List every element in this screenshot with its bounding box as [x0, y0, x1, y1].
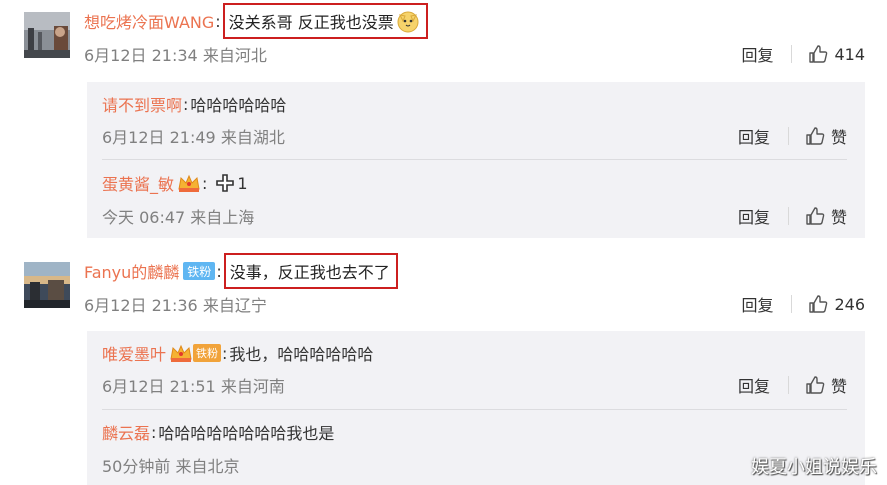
reply-list: 唯爱墨叶 铁粉 : 我也，哈哈哈哈哈哈 6月12日 21:51 来自河南 回复	[87, 331, 865, 485]
comment-actions: 回复 414	[741, 42, 865, 66]
like-button[interactable]: 246	[808, 294, 865, 314]
reply-text: 哈哈哈哈哈哈哈哈我也是	[158, 424, 335, 443]
reply-divider	[102, 409, 847, 410]
username-link[interactable]: 麟云磊	[102, 420, 150, 444]
iron-fan-badge: 铁粉	[183, 262, 216, 280]
plus-icon	[216, 174, 235, 192]
username-link[interactable]: 唯爱墨叶	[102, 341, 166, 365]
divider	[791, 45, 793, 63]
thumbs-up-icon	[806, 376, 825, 394]
comment-2: Fanyu的麟麟 铁粉 : 没事，反正我也去不了 6月12日 21:36 来自辽…	[0, 250, 887, 485]
colon: :	[183, 94, 189, 114]
vip-crown-icon	[178, 174, 200, 192]
reply-button[interactable]: 回复	[741, 292, 791, 316]
reply-list: 请不到票啊 : 哈哈哈哈哈哈 6月12日 21:49 来自湖北 回复 赞 蛋黄酱…	[87, 82, 865, 238]
thumbs-up-icon	[809, 295, 828, 313]
reply-actions: 回复 赞	[738, 124, 847, 148]
reply-meta: 今天 06:47 来自上海	[102, 208, 255, 227]
reply-item: 请不到票啊 : 哈哈哈哈哈哈 6月12日 21:49 来自湖北 回复 赞	[87, 82, 865, 162]
colon: :	[222, 343, 228, 363]
thumbs-up-icon	[806, 207, 825, 225]
thumbs-up-icon	[806, 127, 825, 145]
like-label: 赞	[830, 208, 847, 227]
reply-actions: 回复 赞	[738, 204, 847, 228]
divider	[791, 295, 793, 313]
comment-1: 想吃烤冷面WANG : 没关系哥 反正我也没票 6月12日 21:34 来自河北…	[0, 0, 887, 250]
divider	[787, 207, 789, 225]
cat-emoji-icon	[397, 11, 419, 33]
reply-item: 唯爱墨叶 铁粉 : 我也，哈哈哈哈哈哈 6月12日 21:51 来自河南 回复	[87, 331, 865, 411]
reply-text: 1	[237, 173, 248, 193]
thumbs-up-icon	[809, 45, 828, 63]
username-link[interactable]: 请不到票啊	[102, 92, 182, 116]
like-label: 赞	[830, 128, 847, 147]
reply-meta: 6月12日 21:51 来自河南	[102, 377, 285, 396]
username-link[interactable]: 想吃烤冷面WANG	[84, 9, 214, 33]
highlighted-comment-text: 没关系哥 反正我也没票	[222, 3, 428, 39]
reply-text: 哈哈哈哈哈哈	[190, 96, 287, 115]
reply-meta: 50分钟前 来自北京	[102, 457, 240, 476]
reply-item: 蛋黄酱_敏 : 1 今天 06:47 来自上海 回复 赞	[87, 162, 865, 238]
reply-text: 我也，哈哈哈哈哈哈	[229, 345, 374, 364]
comment-text: 没事，反正我也去不了	[229, 263, 390, 282]
watermark: 娱夏小姐说娱乐	[751, 457, 877, 478]
reply-button[interactable]: 回复	[738, 204, 788, 228]
reply-button[interactable]: 回复	[741, 42, 791, 66]
like-button[interactable]: 414	[808, 44, 865, 64]
comment-actions: 回复 246	[741, 292, 865, 316]
reply-meta: 6月12日 21:49 来自湖北	[102, 128, 285, 147]
divider	[787, 127, 789, 145]
colon: :	[216, 261, 222, 281]
comment-meta: 6月12日 21:34 来自河北	[84, 46, 267, 65]
iron-fan-badge: 铁粉	[193, 344, 222, 362]
like-count: 246	[834, 294, 865, 314]
like-button[interactable]: 赞	[805, 124, 847, 148]
reply-actions: 回复 赞	[738, 373, 847, 397]
avatar[interactable]	[24, 12, 70, 58]
vip-crown-icon	[170, 344, 192, 362]
colon: :	[151, 422, 157, 442]
username-link[interactable]: 蛋黄酱_敏	[102, 171, 174, 195]
highlighted-comment-text: 没事，反正我也去不了	[223, 253, 398, 289]
reply-button[interactable]: 回复	[738, 124, 788, 148]
colon: :	[215, 11, 221, 31]
avatar[interactable]	[24, 262, 70, 308]
comment-text: 没关系哥 反正我也没票	[228, 13, 394, 32]
comment-meta: 6月12日 21:36 来自辽宁	[84, 296, 267, 315]
reply-button[interactable]: 回复	[738, 373, 788, 397]
username-link[interactable]: Fanyu的麟麟	[84, 259, 179, 283]
colon: :	[202, 173, 208, 193]
like-button[interactable]: 赞	[805, 204, 847, 228]
like-label: 赞	[830, 377, 847, 396]
divider	[787, 376, 789, 394]
reply-divider	[102, 159, 847, 160]
like-count: 414	[834, 44, 865, 64]
like-button[interactable]: 赞	[805, 373, 847, 397]
reply-item: 麟云磊 : 哈哈哈哈哈哈哈哈我也是 50分钟前 来自北京	[87, 411, 865, 485]
